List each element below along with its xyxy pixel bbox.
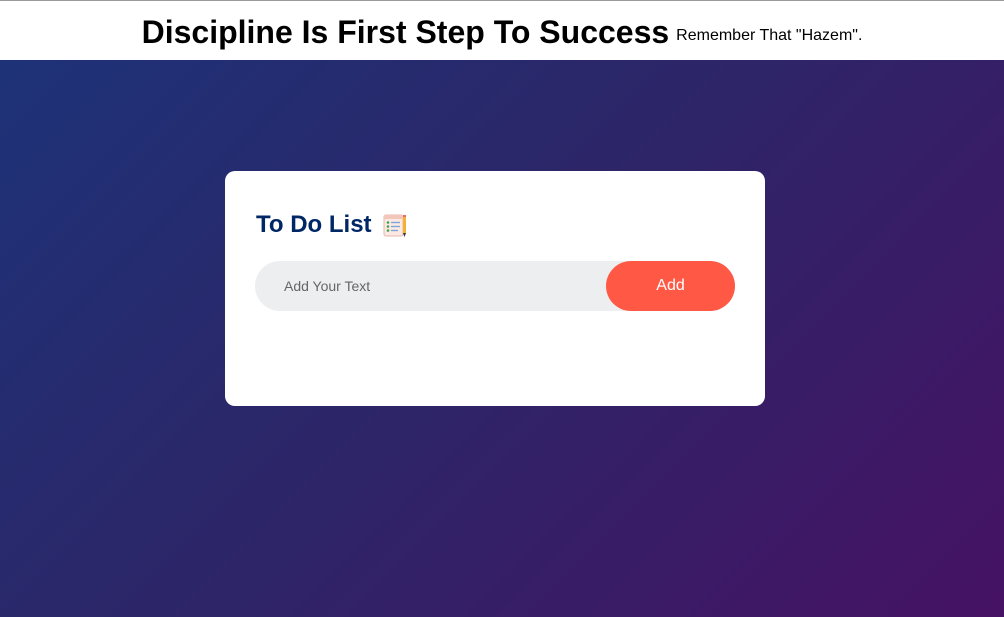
add-task-row: Add <box>255 260 735 312</box>
headline-text: Discipline Is First Step To Success <box>141 13 670 50</box>
subline-text: Remember That "Hazem". <box>676 26 863 44</box>
todo-card: To Do List Add <box>225 171 765 406</box>
motivational-header: Discipline Is First Step To Success Reme… <box>0 0 1004 60</box>
todo-title-text: To Do List <box>256 211 372 238</box>
todo-title: To Do List <box>256 211 408 239</box>
add-button[interactable]: Add <box>606 261 735 311</box>
task-input[interactable] <box>255 260 606 312</box>
notepad-checklist-icon <box>382 212 408 238</box>
